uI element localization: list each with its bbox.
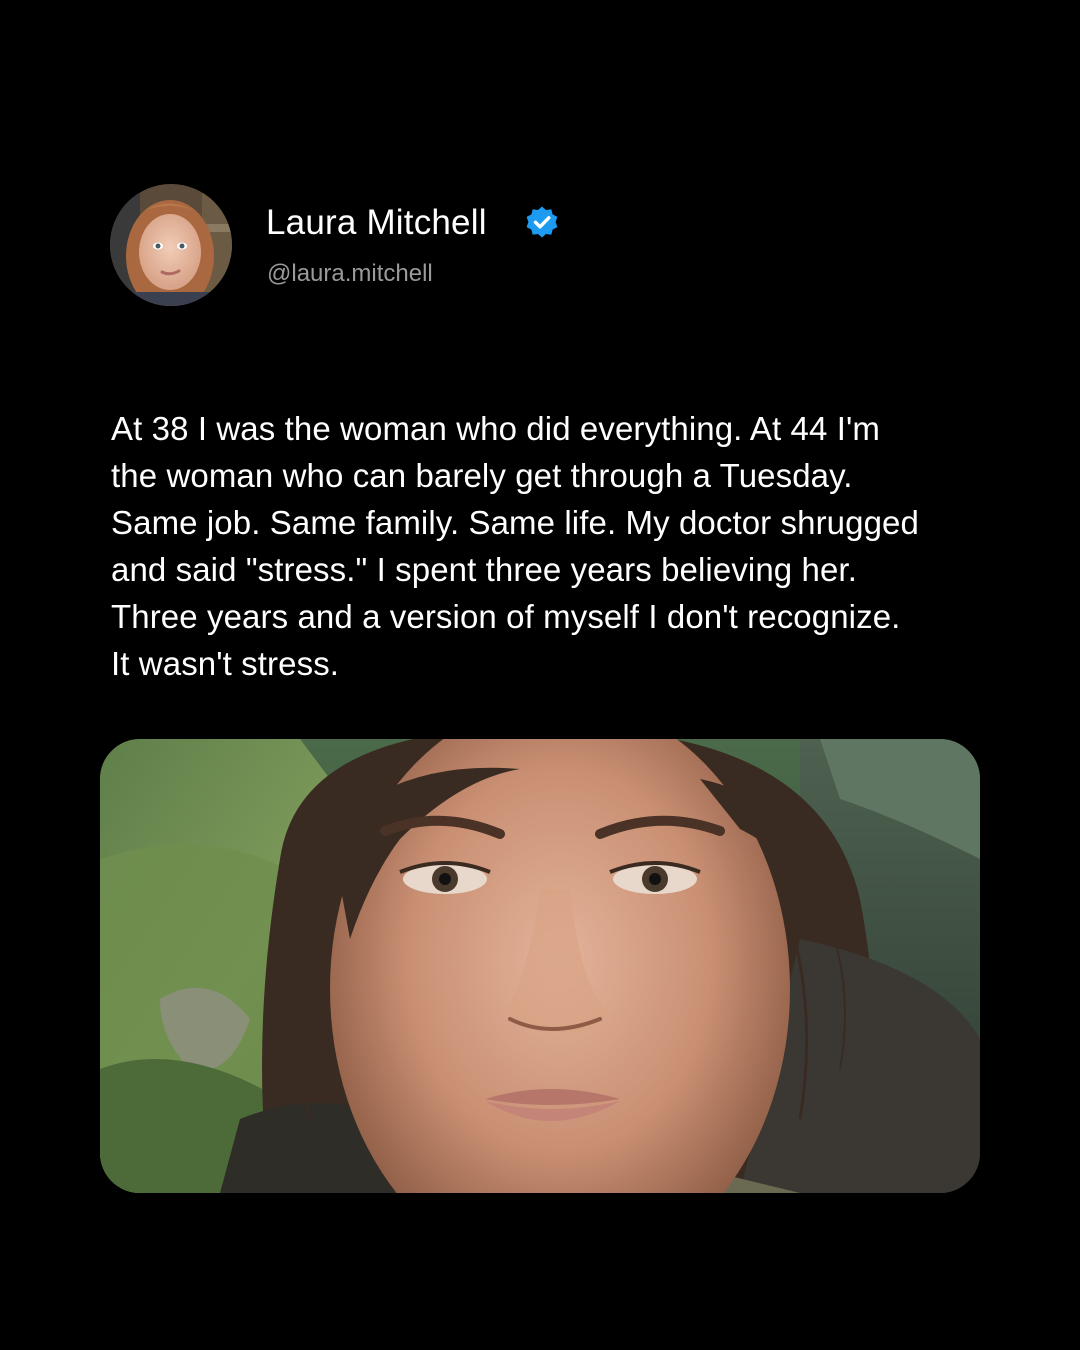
avatar[interactable] bbox=[110, 184, 232, 306]
post-photo[interactable] bbox=[100, 739, 980, 1193]
post-text-line: and said "stress." I spent three years b… bbox=[111, 551, 857, 588]
post-text-line: Same job. Same family. Same life. My doc… bbox=[111, 504, 919, 541]
post-text-line: Three years and a version of myself I do… bbox=[111, 598, 901, 635]
author-name[interactable]: Laura Mitchell bbox=[266, 203, 487, 243]
author-handle[interactable]: @laura.mitchell bbox=[267, 260, 433, 288]
post-text-line: the woman who can barely get through a T… bbox=[111, 457, 853, 494]
post-text: At 38 I was the woman who did everything… bbox=[111, 405, 1041, 687]
selfie-photo bbox=[100, 739, 980, 1193]
post-text-line: It wasn't stress. bbox=[111, 645, 340, 682]
avatar-photo bbox=[110, 184, 232, 306]
verified-badge-icon bbox=[524, 205, 560, 241]
post-text-line: At 38 I was the woman who did everything… bbox=[111, 410, 880, 447]
